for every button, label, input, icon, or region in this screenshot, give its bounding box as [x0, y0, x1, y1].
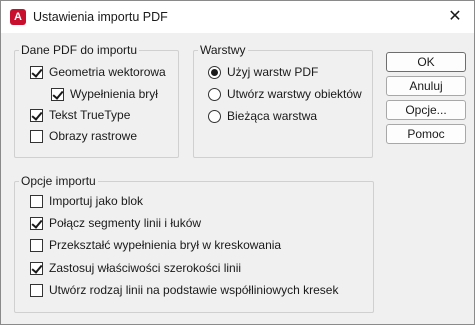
checkbox-box[interactable] — [30, 238, 43, 252]
pdf-data-group-legend: Dane PDF do importu — [19, 43, 140, 57]
checkbox-label: Obrazy rastrowe — [49, 129, 138, 143]
checkbox-label: Wypełnienia brył — [70, 87, 158, 101]
radio-button[interactable] — [208, 65, 221, 79]
radio-label: Utwórz warstwy obiektów — [227, 87, 362, 101]
checkbox-box[interactable] — [30, 216, 43, 230]
checkbox-import-as-block[interactable]: Importuj jako blok — [30, 193, 143, 209]
checkbox-fills-to-hatches[interactable]: Przekształć wypełnienia brył w kreskowan… — [30, 237, 281, 253]
checkbox-solid-fills[interactable]: Wypełnienia brył — [51, 86, 158, 102]
checkbox-box[interactable] — [30, 261, 43, 275]
checkbox-label: Geometria wektorowa — [49, 65, 166, 79]
checkbox-box[interactable] — [51, 87, 64, 101]
checkbox-linetype-from-dashes[interactable]: Utwórz rodzaj linii na podstawie współli… — [30, 282, 338, 298]
import-options-group: Opcje importu Importuj jako blok Połącz … — [14, 174, 374, 313]
radio-use-pdf-layers[interactable]: Użyj warstw PDF — [208, 64, 318, 80]
close-button[interactable]: ✕ — [444, 6, 466, 28]
checkbox-box[interactable] — [30, 283, 43, 297]
radio-create-object-layers[interactable]: Utwórz warstwy obiektów — [208, 86, 362, 102]
autocad-app-icon: A — [10, 9, 26, 25]
checkbox-box[interactable] — [30, 65, 43, 79]
checkbox-label: Zastosuj właściwości szerokości linii — [49, 261, 242, 275]
title-bar: A Ustawienia importu PDF ✕ — [1, 1, 474, 33]
checkbox-join-segments[interactable]: Połącz segmenty linii i łuków — [30, 215, 201, 231]
radio-label: Bieżąca warstwa — [227, 109, 318, 123]
pdf-data-group: Dane PDF do importu Geometria wektorowa … — [14, 43, 179, 158]
import-options-group-legend: Opcje importu — [19, 174, 98, 188]
cancel-button[interactable]: Anuluj — [386, 76, 466, 96]
checkbox-label: Przekształć wypełnienia brył w kreskowan… — [49, 238, 282, 252]
checkbox-box[interactable] — [30, 108, 43, 122]
checkbox-apply-lineweight[interactable]: Zastosuj właściwości szerokości linii — [30, 260, 241, 276]
checkbox-vector-geometry[interactable]: Geometria wektorowa — [30, 64, 166, 80]
checkbox-label: Tekst TrueType — [49, 108, 131, 122]
checkbox-box[interactable] — [30, 194, 43, 208]
checkbox-box[interactable] — [30, 129, 43, 143]
help-button[interactable]: Pomoc — [386, 124, 466, 144]
options-button[interactable]: Opcje... — [386, 100, 466, 120]
checkbox-raster-images[interactable]: Obrazy rastrowe — [30, 128, 137, 144]
checkbox-label: Importuj jako blok — [49, 194, 144, 208]
radio-button[interactable] — [208, 109, 221, 123]
radio-current-layer[interactable]: Bieżąca warstwa — [208, 108, 317, 124]
radio-label: Użyj warstw PDF — [227, 65, 319, 79]
close-icon: ✕ — [448, 8, 462, 25]
ok-button[interactable]: OK — [386, 52, 466, 72]
pdf-import-settings-dialog: A Ustawienia importu PDF ✕ Dane PDF do i… — [0, 0, 475, 325]
layers-group: Warstwy Użyj warstw PDF Utwórz warstwy o… — [193, 43, 373, 158]
checkbox-label: Połącz segmenty linii i łuków — [49, 216, 202, 230]
window-title: Ustawienia importu PDF — [33, 10, 168, 24]
radio-button[interactable] — [208, 87, 221, 101]
checkbox-truetype-text[interactable]: Tekst TrueType — [30, 107, 130, 123]
layers-group-legend: Warstwy — [198, 43, 248, 57]
checkbox-label: Utwórz rodzaj linii na podstawie współli… — [49, 283, 339, 297]
